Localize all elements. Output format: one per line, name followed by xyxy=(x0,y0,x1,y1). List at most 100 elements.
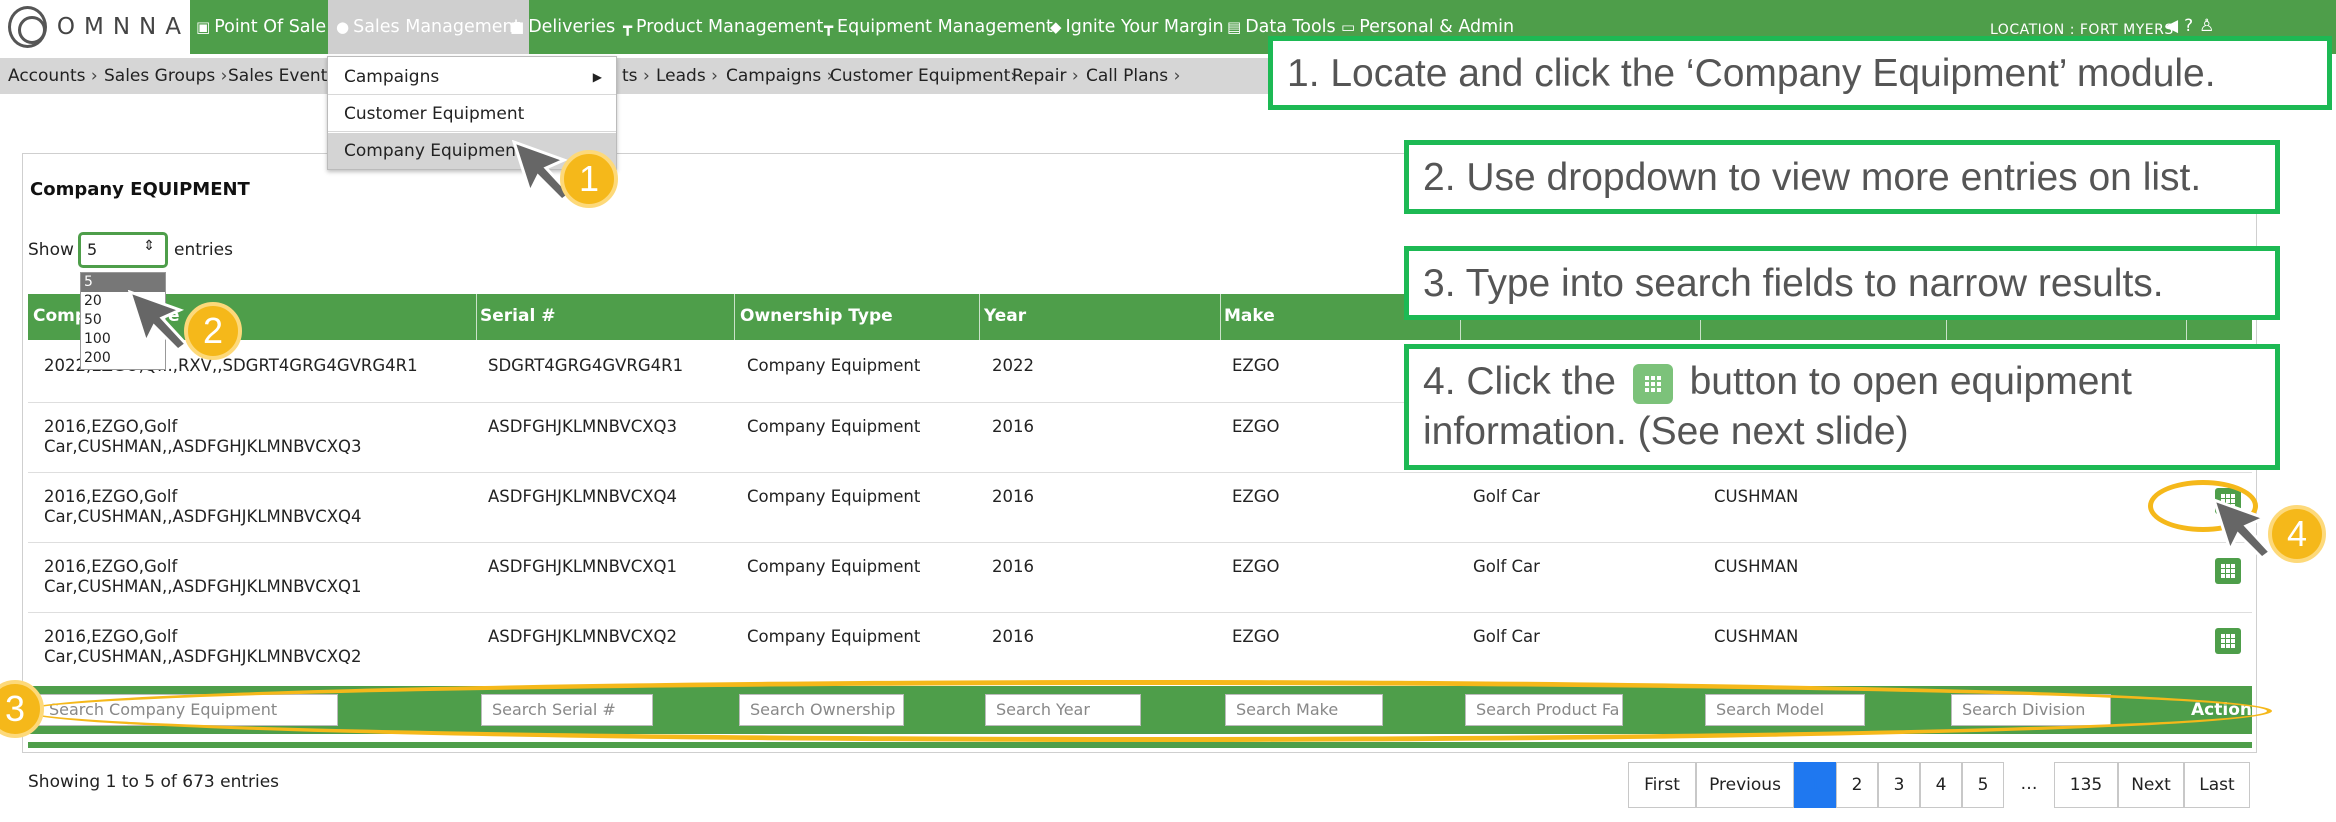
cell-make: EZGO xyxy=(1232,417,1280,436)
page-first-button[interactable]: First xyxy=(1628,762,1696,808)
menu-item-campaigns[interactable]: Campaigns ▶ xyxy=(328,59,616,95)
cell-equipment-name: 2016,EZGO,Golf Car,CUSHMAN,,ASDFGHJKLMNBV… xyxy=(44,557,362,596)
step-2-badge: 2 xyxy=(184,302,242,360)
sitemap-icon: ┳ xyxy=(824,18,834,36)
menu-item-customer-equipment[interactable]: Customer Equipment xyxy=(328,96,616,132)
cell-serial: ASDFGHJKLMNBVCXQ2 xyxy=(488,627,678,646)
cell-serial: ASDFGHJKLMNBVCXQ1 xyxy=(488,557,678,576)
cell-make: EZGO xyxy=(1232,627,1280,646)
cell-make: EZGO xyxy=(1232,356,1280,375)
cursor-arrow-icon xyxy=(2212,498,2273,560)
th-year[interactable]: Year xyxy=(984,306,1026,326)
table-row[interactable]: 2016,EZGO,Golf Car,CUSHMAN,,ASDFGHJKLMNBV… xyxy=(28,543,2252,613)
th-company-equipment[interactable]: Comp xyxy=(33,306,87,326)
page-last-button[interactable]: Last xyxy=(2184,762,2250,808)
grid-icon xyxy=(2221,564,2235,578)
select-caret-icon: ⇕ xyxy=(143,238,155,254)
step-3-callout: 3. Type into search fields to narrow res… xyxy=(1404,246,2280,320)
cell-year: 2022 xyxy=(992,356,1034,375)
nav-product-management[interactable]: ┳ Product Management xyxy=(623,0,823,54)
breadcrumb: Accounts › Sales Groups › Sales Events t… xyxy=(0,58,1270,94)
page-length-select[interactable]: 5 ⇕ xyxy=(78,232,168,268)
cell-equipment-name: 2016,EZGO,Golf Car,CUSHMAN,,ASDFGHJKLMNBV… xyxy=(44,627,362,666)
step-2-callout: 2. Use dropdown to view more entries on … xyxy=(1404,140,2280,214)
cell-product-family: Golf Car xyxy=(1473,557,1540,576)
crumb-customer-equipment[interactable]: Customer Equipment› xyxy=(830,66,1017,86)
entries-label: entries xyxy=(174,240,233,260)
page-1-button[interactable]: 1 xyxy=(1794,762,1836,808)
logo-text: OMNNA xyxy=(56,14,190,40)
page-5-button[interactable]: 5 xyxy=(1962,762,2004,808)
cell-ownership: Company Equipment xyxy=(747,356,921,375)
entries-info: Showing 1 to 5 of 673 entries xyxy=(28,772,280,792)
database-icon: ▤ xyxy=(1227,18,1242,36)
help-icon[interactable]: ? xyxy=(2184,16,2199,36)
page-title: Company EQUIPMENT xyxy=(30,179,250,200)
crumb-repair[interactable]: Repair › xyxy=(1012,66,1079,86)
page-135-button[interactable]: 135 xyxy=(2054,762,2118,808)
search-row-highlight xyxy=(22,680,2272,742)
nav-sales-management[interactable]: ● Sales Management xyxy=(328,0,529,54)
open-equipment-button[interactable] xyxy=(2215,628,2241,654)
truck-icon: ■ xyxy=(510,18,525,36)
cell-serial: SDGRT4GRG4GVRG4R1 xyxy=(488,356,684,375)
megaphone-icon[interactable]: ◀ xyxy=(2165,16,2184,36)
crumb-leads[interactable]: Leads › xyxy=(656,66,718,86)
caret-right-icon: ▶ xyxy=(592,70,602,84)
crumb-sales-groups[interactable]: Sales Groups › xyxy=(104,66,227,86)
brand-logo[interactable]: OMNNA xyxy=(0,0,190,54)
user-account-icon[interactable]: ♙ xyxy=(2199,16,2220,36)
grid-icon xyxy=(2221,634,2235,648)
th-make[interactable]: Make xyxy=(1224,306,1275,326)
cell-ownership: Company Equipment xyxy=(747,417,921,436)
cell-year: 2016 xyxy=(992,557,1034,576)
cell-year: 2016 xyxy=(992,417,1034,436)
cell-make: EZGO xyxy=(1232,487,1280,506)
nav-utility-icons: ◀?♙ xyxy=(2165,16,2220,36)
crumb-campaigns[interactable]: Campaigns › xyxy=(726,66,833,86)
step-4-badge: 4 xyxy=(2268,505,2326,563)
crumb-partial[interactable]: ts › xyxy=(622,66,650,86)
table-row[interactable]: 2016,EZGO,Golf Car,CUSHMAN,,ASDFGHJKLMNBV… xyxy=(28,613,2252,683)
nav-equipment-management[interactable]: ┳ Equipment Management xyxy=(824,0,1053,54)
crumb-accounts[interactable]: Accounts › xyxy=(8,66,98,86)
table-row[interactable]: 2016,EZGO,Golf Car,CUSHMAN,,ASDFGHJKLMNBV… xyxy=(28,473,2252,543)
show-label: Show xyxy=(28,240,74,260)
id-card-icon: ▭ xyxy=(1341,18,1356,36)
page-previous-button[interactable]: Previous xyxy=(1696,762,1794,808)
cell-make: EZGO xyxy=(1232,557,1280,576)
cell-year: 2016 xyxy=(992,627,1034,646)
cell-equipment-name: 2016,EZGO,Golf Car,CUSHMAN,,ASDFGHJKLMNBV… xyxy=(44,417,362,456)
step-1-callout: 1. Locate and click the ‘Company Equipme… xyxy=(1268,36,2332,110)
step-1-badge: 1 xyxy=(560,150,618,208)
step-4-callout: 4. Click the button to open equipment in… xyxy=(1404,344,2280,470)
nav-ignite-your-margin[interactable]: ◆ Ignite Your Margin xyxy=(1050,0,1224,54)
th-serial[interactable]: Serial # xyxy=(480,306,555,326)
cart-icon: ▣ xyxy=(196,18,211,36)
cell-ownership: Company Equipment xyxy=(747,487,921,506)
page-3-button[interactable]: 3 xyxy=(1878,762,1920,808)
nav-point-of-sale[interactable]: ▣ Point Of Sale xyxy=(196,0,326,54)
grid-icon xyxy=(1632,363,1673,404)
cell-ownership: Company Equipment xyxy=(747,627,921,646)
cell-serial: ASDFGHJKLMNBVCXQ3 xyxy=(488,417,678,436)
cell-model: CUSHMAN xyxy=(1714,627,1799,646)
cell-serial: ASDFGHJKLMNBVCXQ4 xyxy=(488,487,678,506)
crumb-sales-events[interactable]: Sales Events xyxy=(228,66,336,86)
th-ownership-type[interactable]: Ownership Type xyxy=(740,306,893,326)
cursor-arrow-icon xyxy=(128,290,189,352)
page-ellipsis: … xyxy=(2004,762,2054,808)
cell-product-family: Golf Car xyxy=(1473,627,1540,646)
sitemap-icon: ┳ xyxy=(623,18,633,36)
cell-model: CUSHMAN xyxy=(1714,557,1799,576)
page-2-button[interactable]: 2 xyxy=(1836,762,1878,808)
cell-product-family: Golf Car xyxy=(1473,487,1540,506)
page-4-button[interactable]: 4 xyxy=(1920,762,1962,808)
nav-deliveries[interactable]: ■ Deliveries xyxy=(510,0,615,54)
table-bottom-border xyxy=(28,742,2252,748)
cell-model: CUSHMAN xyxy=(1714,487,1799,506)
page-next-button[interactable]: Next xyxy=(2118,762,2184,808)
logo-mark-icon xyxy=(8,6,47,48)
cell-year: 2016 xyxy=(992,487,1034,506)
crumb-call-plans[interactable]: Call Plans › xyxy=(1086,66,1180,86)
